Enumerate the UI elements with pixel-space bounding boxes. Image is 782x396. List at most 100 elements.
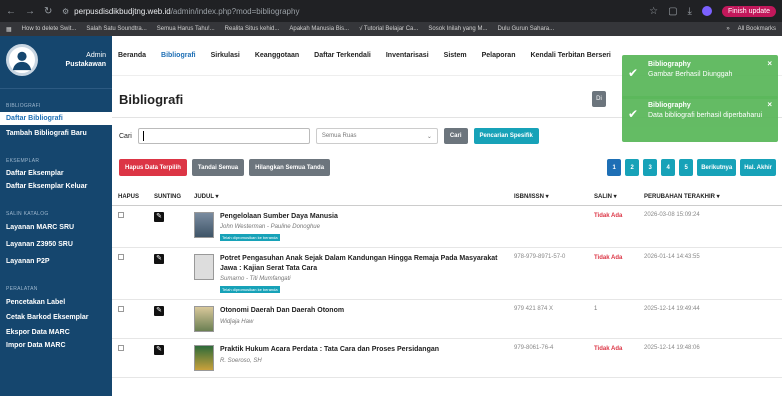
- book-isbn: 979-8061-76-4: [508, 338, 588, 379]
- nav-daftar-terkendali[interactable]: Daftar Terkendali: [314, 52, 371, 59]
- edit-icon[interactable]: ✎: [154, 306, 164, 317]
- page-4-button[interactable]: 4: [661, 159, 676, 176]
- sidebar-item-impor-marc[interactable]: Impor Data MARC: [0, 339, 112, 352]
- book-copies: Tidak Ada: [588, 205, 638, 249]
- sidebar-item-cetak-barkod[interactable]: Cetak Barkod Eksemplar: [0, 311, 112, 324]
- delete-selected-button[interactable]: Hapus Data Terpilih: [119, 159, 187, 176]
- col-perubahan[interactable]: PERUBAHAN TERAKHIR ▾: [638, 188, 782, 206]
- toast-title: Bibliography: [648, 61, 691, 68]
- reload-icon[interactable]: ↻: [44, 6, 52, 17]
- col-salin[interactable]: SALIN ▾: [588, 188, 638, 206]
- book-title[interactable]: Pengelolaan Sumber Daya Manusia: [220, 212, 338, 221]
- book-author: R. Soeroso, SH: [220, 357, 262, 364]
- book-title[interactable]: Praktik Hukum Acara Perdata : Tata Cara …: [220, 345, 439, 354]
- promoted-badge: Telah dipromosikan ke beranda: [220, 286, 280, 294]
- search-input[interactable]: [137, 128, 310, 144]
- search-row: Cari Semua Ruas ⌄ Cari Pencarian Spesifik: [119, 128, 539, 144]
- check-icon: ✔: [628, 107, 639, 121]
- forward-icon[interactable]: →: [25, 6, 35, 17]
- bookmark-item[interactable]: Realita Situs kehid...: [225, 26, 280, 32]
- extensions-icon[interactable]: ▢: [668, 6, 677, 17]
- search-label: Cari: [119, 132, 132, 140]
- bookmark-item[interactable]: √ Tutorial Belajar Ca...: [359, 26, 418, 32]
- page-2-button[interactable]: 2: [625, 159, 640, 176]
- row-checkbox[interactable]: [118, 345, 124, 352]
- edit-icon[interactable]: ✎: [154, 212, 164, 222]
- nav-kendali-terbitan[interactable]: Kendali Terbitan Berseri: [530, 52, 610, 59]
- bookmark-item[interactable]: How to delete Swit...: [22, 26, 77, 32]
- field-select-value: Semua Ruas: [321, 133, 357, 139]
- nav-sirkulasi[interactable]: Sirkulasi: [211, 52, 240, 59]
- profile-avatar-icon[interactable]: [701, 6, 712, 16]
- sidebar-item-daftar-bibliografi[interactable]: Daftar Bibliografi: [0, 112, 112, 125]
- bookmark-item[interactable]: Dulu Gurun Sahara...: [497, 26, 554, 32]
- sidebar-item-ekspor-marc[interactable]: Ekspor Data MARC: [0, 326, 112, 339]
- col-sunting: SUNTING: [148, 188, 188, 206]
- book-updated: 2025-12-14 19:49:44: [638, 299, 782, 340]
- site-info-icon[interactable]: ⚙: [62, 7, 69, 16]
- table-row: ✎ Pengelolaan Sumber Daya Manusia John W…: [112, 205, 782, 249]
- field-select[interactable]: Semua Ruas ⌄: [315, 128, 438, 144]
- last-page-button[interactable]: Hal. Akhir: [740, 159, 776, 176]
- book-cover: [194, 306, 214, 333]
- options-dropdown-button[interactable]: Di: [592, 91, 606, 107]
- nav-sistem[interactable]: Sistem: [444, 52, 467, 59]
- bibliography-table: HAPUS SUNTING JUDUL ▾ ISBN/ISSN ▾ SALIN …: [112, 188, 782, 379]
- book-cover: [194, 254, 214, 281]
- download-icon[interactable]: ⤓: [688, 6, 692, 17]
- book-title[interactable]: Otonomi Daerah Dan Daerah Otonom: [220, 306, 344, 315]
- nav-pelaporan[interactable]: Pelaporan: [482, 52, 516, 59]
- back-icon[interactable]: ←: [6, 6, 16, 17]
- apps-icon[interactable]: ▦: [6, 26, 12, 33]
- sidebar-item-tambah-bibliografi[interactable]: Tambah Bibliografi Baru: [0, 127, 112, 140]
- search-button[interactable]: Cari: [443, 128, 468, 144]
- edit-icon[interactable]: ✎: [154, 254, 164, 265]
- book-updated: 2026-03-08 15:09:24: [638, 205, 782, 249]
- book-copies: 1: [588, 299, 638, 340]
- specific-search-button[interactable]: Pencarian Spesifik: [473, 128, 539, 144]
- row-checkbox[interactable]: [118, 254, 124, 261]
- book-author: Sumarno - Titi Mumfangati: [220, 276, 291, 283]
- chevron-right-icon[interactable]: »: [726, 26, 729, 32]
- bookmark-item[interactable]: Salah Satu Soundtra...: [86, 26, 146, 32]
- row-checkbox[interactable]: [118, 212, 124, 218]
- book-isbn: 979 421 874 X: [508, 299, 588, 340]
- nav-inventarisasi[interactable]: Inventarisasi: [386, 52, 429, 59]
- close-icon[interactable]: ×: [767, 100, 772, 109]
- sidebar-item-daftar-eksemplar[interactable]: Daftar Eksemplar: [0, 167, 112, 180]
- book-author: John Westerman - Pauline Donoghue: [220, 224, 320, 231]
- sidebar-item-marc-sru[interactable]: Layanan MARC SRU: [0, 221, 112, 234]
- page-5-button[interactable]: 5: [679, 159, 694, 176]
- star-icon[interactable]: ☆: [649, 6, 658, 17]
- col-judul[interactable]: JUDUL ▾: [188, 188, 508, 206]
- all-bookmarks-link[interactable]: All Bookmarks: [738, 26, 776, 32]
- finish-update-button[interactable]: Finish update: [721, 5, 776, 17]
- page-3-button[interactable]: 3: [643, 159, 658, 176]
- sidebar-item-p2p[interactable]: Layanan P2P: [0, 255, 112, 268]
- nav-keanggotaan[interactable]: Keanggotaan: [255, 52, 299, 59]
- address-bar[interactable]: ⚙ perpusdisdikbudjtng.web.id/admin/index…: [62, 7, 649, 16]
- chevron-down-icon: ⌄: [426, 133, 432, 140]
- sidebar-item-cetak-label[interactable]: Pencetakan Label: [0, 296, 112, 309]
- bookmark-item[interactable]: Semua Harus Tahu!...: [157, 26, 215, 32]
- bulk-actions: Hapus Data Terpilih Tandai Semua Hilangk…: [119, 159, 331, 176]
- col-isbn[interactable]: ISBN/ISSN ▾: [508, 188, 588, 206]
- close-icon[interactable]: ×: [767, 59, 772, 68]
- mark-all-button[interactable]: Tandai Semua: [191, 159, 245, 176]
- bookmark-item[interactable]: Sosok Inilah yang M...: [428, 26, 487, 32]
- bookmark-item[interactable]: Apakah Manusia Bis...: [289, 26, 349, 32]
- nav-beranda[interactable]: Beranda: [118, 52, 146, 59]
- sidebar-item-daftar-eksemplar-keluar[interactable]: Daftar Eksemplar Keluar: [0, 180, 112, 193]
- nav-bibliografi[interactable]: Bibliografi: [161, 52, 196, 59]
- next-page-button[interactable]: Berikutnya: [697, 159, 737, 176]
- check-icon: ✔: [628, 66, 639, 80]
- sidebar-item-z3950-sru[interactable]: Layanan Z3950 SRU: [0, 238, 112, 251]
- browser-nav: ← → ↻: [6, 6, 62, 17]
- book-author: Widjaja Haw: [220, 318, 254, 325]
- row-checkbox[interactable]: [118, 306, 124, 313]
- edit-icon[interactable]: ✎: [154, 345, 164, 356]
- unmark-all-button[interactable]: Hilangkan Semua Tanda: [249, 159, 331, 176]
- page-1-button[interactable]: 1: [607, 159, 622, 176]
- page-title: Bibliografi: [119, 92, 184, 107]
- book-title[interactable]: Potret Pengasuhan Anak Sejak Dalam Kandu…: [220, 254, 502, 273]
